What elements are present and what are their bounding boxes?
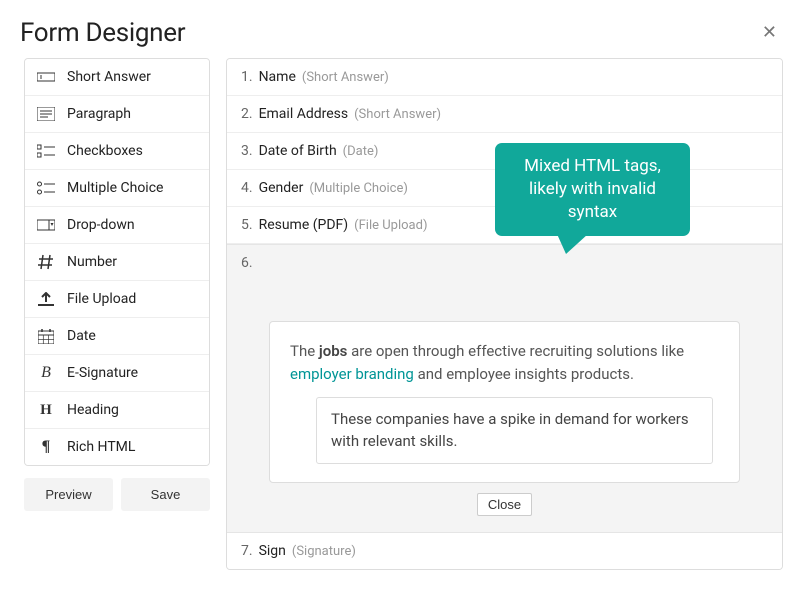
field-number: 4. — [241, 180, 253, 196]
field-name: Email Address — [259, 106, 349, 122]
field-name: Name — [259, 69, 296, 85]
field-type: (Short Answer) — [302, 70, 389, 85]
save-button[interactable]: Save — [121, 478, 210, 511]
sidebar-item-label: E-Signature — [67, 365, 138, 381]
editor-text: are open through effective recruiting so… — [347, 342, 684, 360]
editor-link[interactable]: employer branding — [290, 365, 414, 383]
sidebar-item-label: Multiple Choice — [67, 180, 163, 196]
sidebar-item-label: Checkboxes — [67, 143, 143, 159]
editor-text: and employee insights products. — [414, 365, 634, 383]
field-type: (Date) — [343, 144, 379, 159]
editor-text: The — [290, 342, 319, 360]
sidebar-item-multiple-choice[interactable]: Multiple Choice — [25, 170, 209, 207]
dropdown-icon — [37, 217, 55, 233]
form-field-row[interactable]: 1. Name (Short Answer) — [227, 59, 782, 96]
number-icon — [37, 254, 55, 270]
form-canvas: 1. Name (Short Answer) 2. Email Address … — [226, 58, 783, 570]
sidebar-item-label: Paragraph — [67, 106, 131, 122]
multiple-choice-icon — [37, 180, 55, 196]
field-number: 6. — [241, 255, 253, 271]
field-number: 1. — [241, 69, 253, 85]
field-name: Gender — [259, 180, 304, 196]
sidebar-item-label: Number — [67, 254, 117, 270]
form-field-row[interactable]: 7. Sign (Signature) — [227, 533, 782, 569]
close-button[interactable]: Close — [477, 493, 532, 516]
field-type: (Short Answer) — [354, 107, 441, 122]
sidebar-item-signature[interactable]: B E-Signature — [25, 355, 209, 392]
warning-tooltip: Mixed HTML tags, likely with invalid syn… — [495, 143, 690, 236]
close-icon[interactable]: ✕ — [756, 20, 783, 46]
page-title: Form Designer — [20, 18, 185, 48]
field-type-sidebar: Short Answer Paragraph Checkboxes Multip… — [24, 58, 210, 570]
rich-html-editor[interactable]: The jobs are open through effective recr… — [269, 321, 740, 483]
sidebar-item-dropdown[interactable]: Drop-down — [25, 207, 209, 244]
sidebar-item-rich-html[interactable]: ¶ Rich HTML — [25, 429, 209, 465]
field-type: (Multiple Choice) — [309, 181, 408, 196]
date-icon — [37, 328, 55, 344]
field-number: 7. — [241, 543, 253, 559]
sidebar-item-number[interactable]: Number — [25, 244, 209, 281]
sidebar-item-checkboxes[interactable]: Checkboxes — [25, 133, 209, 170]
rich-html-icon: ¶ — [37, 439, 55, 455]
sidebar-item-label: Heading — [67, 402, 119, 418]
field-type: (Signature) — [292, 544, 356, 559]
preview-button[interactable]: Preview — [24, 478, 113, 511]
editor-nested-box: These companies have a spike in demand f… — [316, 397, 713, 464]
field-name: Sign — [259, 543, 286, 559]
sidebar-item-heading[interactable]: H Heading — [25, 392, 209, 429]
sidebar-item-paragraph[interactable]: Paragraph — [25, 96, 209, 133]
sidebar-item-short-answer[interactable]: Short Answer — [25, 59, 209, 96]
sidebar-item-label: Rich HTML — [67, 439, 135, 455]
form-field-row-active[interactable]: 6. The jobs are open through effective r… — [227, 244, 782, 533]
form-field-row[interactable]: 2. Email Address (Short Answer) — [227, 96, 782, 133]
sidebar-item-label: Short Answer — [67, 69, 151, 85]
field-name: Resume (PDF) — [259, 217, 349, 233]
field-number: 3. — [241, 143, 253, 159]
field-number: 5. — [241, 217, 253, 233]
field-type: (File Upload) — [354, 218, 427, 233]
field-number: 2. — [241, 106, 253, 122]
field-name: Date of Birth — [259, 143, 337, 159]
heading-icon: H — [37, 402, 55, 418]
checkboxes-icon — [37, 143, 55, 159]
file-upload-icon — [37, 291, 55, 307]
sidebar-item-label: Drop-down — [67, 217, 135, 233]
sidebar-item-file-upload[interactable]: File Upload — [25, 281, 209, 318]
sidebar-item-label: File Upload — [67, 291, 136, 307]
sidebar-item-label: Date — [67, 328, 96, 344]
signature-icon: B — [37, 365, 55, 381]
sidebar-item-date[interactable]: Date — [25, 318, 209, 355]
paragraph-icon — [37, 106, 55, 122]
editor-bold: jobs — [319, 342, 347, 360]
short-answer-icon — [37, 69, 55, 85]
